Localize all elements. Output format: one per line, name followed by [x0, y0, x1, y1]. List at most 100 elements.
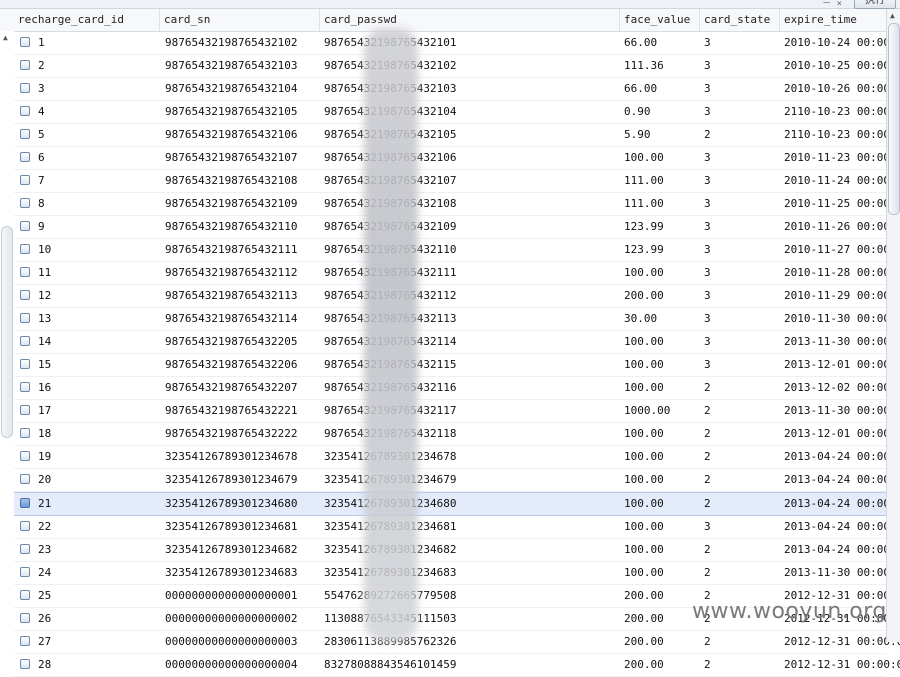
cell-card-state[interactable]: 3: [704, 55, 711, 77]
cell-face-value[interactable]: 66.00: [624, 32, 657, 54]
row-checkbox[interactable]: [20, 590, 30, 600]
cell-card-state[interactable]: 3: [704, 78, 711, 100]
row-checkbox[interactable]: [20, 498, 30, 508]
cell-face-value[interactable]: 111.00: [624, 193, 664, 215]
cell-card-state[interactable]: 3: [704, 331, 711, 353]
cell-recharge-card-id[interactable]: 1: [38, 32, 45, 54]
table-row[interactable]: 6 98765432198765432107 9876543219876543210…: [14, 147, 900, 170]
cell-card-state[interactable]: 2: [704, 400, 711, 422]
cell-expire-time[interactable]: 2013-04-24 00:00:00: [784, 539, 900, 561]
cell-face-value[interactable]: 100.00: [624, 262, 664, 284]
table-row[interactable]: 3 98765432198765432104 9876543219876543210…: [14, 78, 900, 101]
cell-card-state[interactable]: 3: [704, 354, 711, 376]
table-row[interactable]: 4 98765432198765432105 9876543219876543210…: [14, 101, 900, 124]
column-header-card-sn[interactable]: card_sn: [160, 9, 320, 31]
cell-face-value[interactable]: 200.00: [624, 585, 664, 607]
table-row[interactable]: 22 32354126789301234681 323541267893012346…: [14, 516, 900, 539]
table-row[interactable]: 16 98765432198765432207 987654321987654321…: [14, 377, 900, 400]
row-checkbox[interactable]: [20, 152, 30, 162]
row-checkbox[interactable]: [20, 359, 30, 369]
cell-expire-time[interactable]: 2010-11-24 00:00:00: [784, 170, 900, 192]
cell-card-state[interactable]: 2: [704, 539, 711, 561]
cell-recharge-card-id[interactable]: 21: [38, 493, 51, 515]
cell-card-state[interactable]: 2: [704, 469, 711, 491]
table-row[interactable]: 1 98765432198765432102 9876543219876543210…: [14, 32, 900, 55]
cell-card-sn[interactable]: 32354126789301234682: [165, 539, 297, 561]
row-checkbox[interactable]: [20, 83, 30, 93]
scroll-up-arrow-icon[interactable]: ▲: [890, 11, 895, 20]
cell-recharge-card-id[interactable]: 13: [38, 308, 51, 330]
cell-expire-time[interactable]: 2010-11-27 00:00:00: [784, 239, 900, 261]
row-checkbox[interactable]: [20, 567, 30, 577]
cell-recharge-card-id[interactable]: 6: [38, 147, 45, 169]
row-checkbox[interactable]: [20, 451, 30, 461]
cell-card-state[interactable]: 3: [704, 262, 711, 284]
row-checkbox[interactable]: [20, 521, 30, 531]
cell-card-state[interactable]: 3: [704, 193, 711, 215]
cell-card-state[interactable]: 3: [704, 170, 711, 192]
table-row[interactable]: 20 32354126789301234679 323541267893012346…: [14, 469, 900, 492]
cell-card-sn[interactable]: 98765432198765432107: [165, 147, 297, 169]
row-checkbox[interactable]: [20, 175, 30, 185]
row-checkbox[interactable]: [20, 37, 30, 47]
cell-card-state[interactable]: 2: [704, 423, 711, 445]
cell-card-passwd[interactable]: 98765432198765432108: [324, 193, 456, 215]
cell-card-sn[interactable]: 00000000000000000004: [165, 654, 297, 676]
cell-face-value[interactable]: 200.00: [624, 654, 664, 676]
cell-expire-time[interactable]: 2010-10-26 00:00:00: [784, 78, 900, 100]
cell-recharge-card-id[interactable]: 12: [38, 285, 51, 307]
cell-card-passwd[interactable]: 98765432198765432104: [324, 101, 456, 123]
cell-card-sn[interactable]: 32354126789301234678: [165, 446, 297, 468]
cell-expire-time[interactable]: 2013-12-01 00:00:00: [784, 423, 900, 445]
cell-card-passwd[interactable]: 98765432198765432109: [324, 216, 456, 238]
cell-card-sn[interactable]: 32354126789301234681: [165, 516, 297, 538]
cell-expire-time[interactable]: 2013-11-30 00:00:00: [784, 331, 900, 353]
cell-recharge-card-id[interactable]: 20: [38, 469, 51, 491]
cell-expire-time[interactable]: 2013-11-30 00:00:00: [784, 562, 900, 584]
cell-expire-time[interactable]: 2010-11-23 00:00:00: [784, 147, 900, 169]
row-checkbox[interactable]: [20, 428, 30, 438]
cell-card-passwd[interactable]: 98765432198765432102: [324, 55, 456, 77]
cell-recharge-card-id[interactable]: 16: [38, 377, 51, 399]
cell-card-passwd[interactable]: 32354126789301234679: [324, 469, 456, 491]
cell-card-passwd[interactable]: 98765432198765432115: [324, 354, 456, 376]
cell-face-value[interactable]: 100.00: [624, 354, 664, 376]
vertical-scrollbar[interactable]: ▲: [886, 9, 900, 642]
row-checkbox[interactable]: [20, 659, 30, 669]
cell-face-value[interactable]: 100.00: [624, 147, 664, 169]
cell-card-passwd[interactable]: 98765432198765432107: [324, 170, 456, 192]
cell-card-sn[interactable]: 98765432198765432103: [165, 55, 297, 77]
cell-expire-time[interactable]: 2110-10-23 00:00:00: [784, 101, 900, 123]
cell-expire-time[interactable]: 2010-10-25 00:00:00: [784, 55, 900, 77]
cell-card-passwd[interactable]: 98765432198765432116: [324, 377, 456, 399]
table-row[interactable]: 9 98765432198765432110 9876543219876543210…: [14, 216, 900, 239]
cell-recharge-card-id[interactable]: 4: [38, 101, 45, 123]
left-scroll-thumb[interactable]: [1, 226, 13, 438]
cell-card-passwd[interactable]: 98765432198765432103: [324, 78, 456, 100]
table-row[interactable]: 14 98765432198765432205 987654321987654321…: [14, 331, 900, 354]
table-row[interactable]: 27 00000000000000000003 283061138899857623…: [14, 631, 900, 654]
cell-card-passwd[interactable]: 11308876543345111503: [324, 608, 456, 630]
cell-face-value[interactable]: 66.00: [624, 78, 657, 100]
cell-card-sn[interactable]: 98765432198765432110: [165, 216, 297, 238]
table-row[interactable]: 15 98765432198765432206 987654321987654321…: [14, 354, 900, 377]
column-header-card-passwd[interactable]: card_passwd: [320, 9, 620, 31]
cell-card-sn[interactable]: 32354126789301234683: [165, 562, 297, 584]
table-row[interactable]: 24 32354126789301234683 323541267893012346…: [14, 562, 900, 585]
cell-card-sn[interactable]: 98765432198765432113: [165, 285, 297, 307]
cell-recharge-card-id[interactable]: 9: [38, 216, 45, 238]
cell-expire-time[interactable]: 2013-12-01 00:00:00: [784, 354, 900, 376]
cell-card-sn[interactable]: 98765432198765432207: [165, 377, 297, 399]
table-row[interactable]: 21 32354126789301234680 323541267893012346…: [14, 492, 900, 516]
table-row[interactable]: 7 98765432198765432108 9876543219876543210…: [14, 170, 900, 193]
table-row[interactable]: 12 98765432198765432113 987654321987654321…: [14, 285, 900, 308]
table-row[interactable]: 17 98765432198765432221 987654321987654321…: [14, 400, 900, 423]
cell-card-sn[interactable]: 98765432198765432108: [165, 170, 297, 192]
cell-face-value[interactable]: 1000.00: [624, 400, 670, 422]
cell-recharge-card-id[interactable]: 27: [38, 631, 51, 653]
cell-card-passwd[interactable]: 98765432198765432112: [324, 285, 456, 307]
cell-recharge-card-id[interactable]: 15: [38, 354, 51, 376]
cell-card-passwd[interactable]: 98765432198765432101: [324, 32, 456, 54]
cell-face-value[interactable]: 200.00: [624, 608, 664, 630]
cell-face-value[interactable]: 100.00: [624, 562, 664, 584]
